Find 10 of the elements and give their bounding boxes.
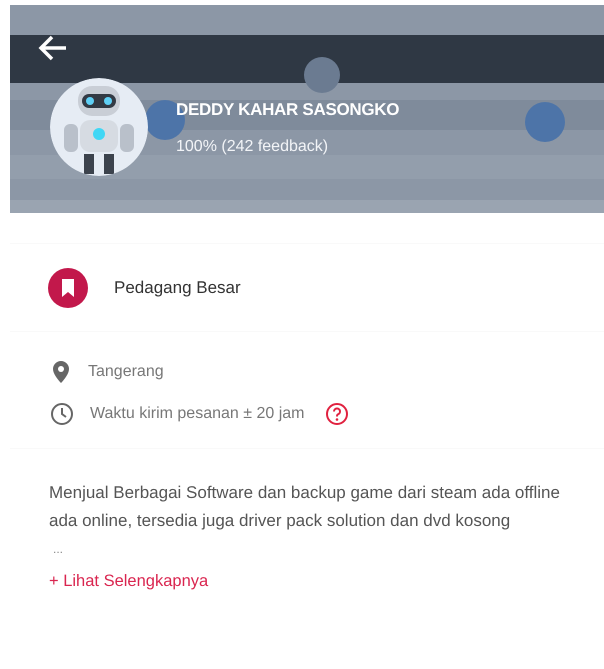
ellipsis-text: ... bbox=[53, 541, 64, 557]
see-more-link[interactable]: + Lihat Selengkapnya bbox=[49, 572, 208, 590]
location-pin-icon bbox=[50, 360, 72, 384]
location-text: Tangerang bbox=[88, 362, 164, 382]
bookmark-icon bbox=[48, 268, 88, 308]
badge-label: Pedagang Besar bbox=[114, 276, 241, 299]
clock-icon bbox=[50, 402, 74, 426]
description-text: Menjual Berbagai Software dan backup game dari steam ada offline ada online, tersedia juga driver pack solution dan dvd kosong bbox=[49, 482, 561, 532]
help-button[interactable] bbox=[324, 402, 348, 426]
delivery-time-text: Waktu kirim pesanan ± 20 jam bbox=[90, 404, 304, 424]
